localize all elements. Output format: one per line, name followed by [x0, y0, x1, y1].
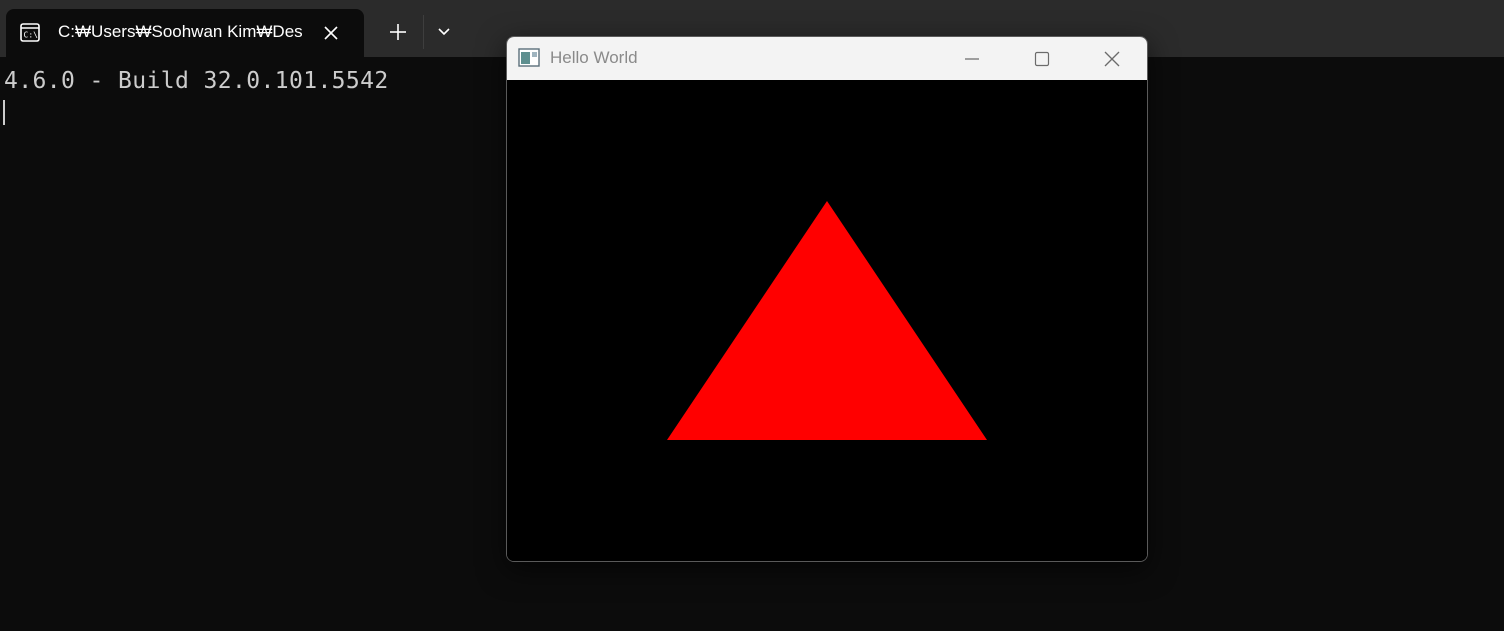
tab-dropdown-button[interactable] — [434, 22, 454, 42]
maximize-icon — [1034, 51, 1050, 66]
maximize-button[interactable] — [1007, 37, 1077, 80]
close-tab-button[interactable] — [322, 24, 340, 42]
application-window-icon — [518, 48, 540, 67]
command-prompt-icon: C:\ — [20, 23, 40, 42]
terminal-tab[interactable]: C:\ C:₩Users₩Soohwan Kim₩Des — [6, 9, 364, 57]
terminal-output-line: 4.6.0 - Build 32.0.101.5542 — [4, 68, 389, 94]
chevron-down-icon — [438, 28, 450, 36]
window-title: Hello World — [550, 48, 638, 67]
tab-separator — [423, 15, 424, 49]
scene-svg — [507, 80, 1147, 561]
plus-icon — [390, 24, 406, 40]
render-canvas[interactable] — [507, 80, 1147, 561]
new-tab-button[interactable] — [386, 20, 410, 44]
close-window-button[interactable] — [1077, 37, 1147, 80]
hello-world-window[interactable]: Hello World — [506, 36, 1148, 562]
close-icon — [324, 26, 338, 40]
minimize-button[interactable] — [937, 37, 1007, 80]
tab-title: C:₩Users₩Soohwan Kim₩Des — [58, 22, 303, 41]
minimize-icon — [965, 57, 979, 60]
close-icon — [1104, 51, 1120, 66]
window-title-bar[interactable]: Hello World — [507, 37, 1147, 80]
text-cursor — [3, 100, 5, 125]
svg-text:C:\: C:\ — [24, 31, 39, 40]
